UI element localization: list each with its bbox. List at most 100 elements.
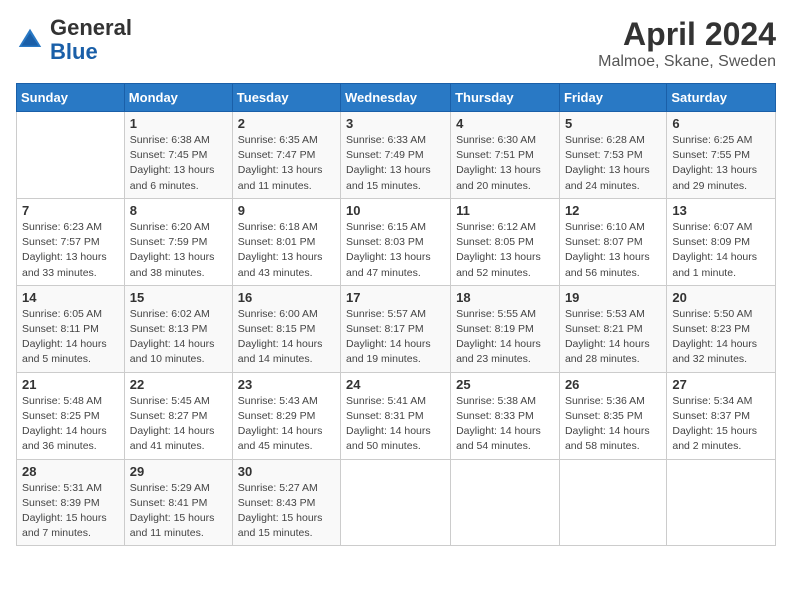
day-number: 16 (238, 290, 335, 305)
day-number: 21 (22, 377, 119, 392)
day-info: Sunrise: 5:41 AMSunset: 8:31 PMDaylight:… (346, 394, 445, 455)
day-info: Sunrise: 6:25 AMSunset: 7:55 PMDaylight:… (672, 133, 770, 194)
day-cell: 22 Sunrise: 5:45 AMSunset: 8:27 PMDayligh… (124, 372, 232, 459)
day-cell (17, 112, 125, 199)
day-cell: 1 Sunrise: 6:38 AMSunset: 7:45 PMDaylight… (124, 112, 232, 199)
day-cell: 25 Sunrise: 5:38 AMSunset: 8:33 PMDayligh… (451, 372, 560, 459)
day-cell (559, 459, 666, 546)
day-info: Sunrise: 6:23 AMSunset: 7:57 PMDaylight:… (22, 220, 119, 281)
day-number: 6 (672, 116, 770, 131)
header-cell-tuesday: Tuesday (232, 84, 340, 112)
location: Malmoe, Skane, Sweden (598, 53, 776, 71)
day-cell: 19 Sunrise: 5:53 AMSunset: 8:21 PMDayligh… (559, 285, 666, 372)
header-cell-friday: Friday (559, 84, 666, 112)
day-info: Sunrise: 6:20 AMSunset: 7:59 PMDaylight:… (130, 220, 227, 281)
day-number: 29 (130, 464, 227, 479)
day-info: Sunrise: 6:30 AMSunset: 7:51 PMDaylight:… (456, 133, 554, 194)
day-info: Sunrise: 6:02 AMSunset: 8:13 PMDaylight:… (130, 307, 227, 368)
day-cell: 23 Sunrise: 5:43 AMSunset: 8:29 PMDayligh… (232, 372, 340, 459)
day-number: 27 (672, 377, 770, 392)
day-number: 12 (565, 203, 661, 218)
day-number: 23 (238, 377, 335, 392)
day-cell: 30Sunrise: 5:27 AMSunset: 8:43 PMDayligh… (232, 459, 340, 546)
day-number: 10 (346, 203, 445, 218)
day-cell: 21 Sunrise: 5:48 AMSunset: 8:25 PMDayligh… (17, 372, 125, 459)
day-info: Sunrise: 5:34 AMSunset: 8:37 PMDaylight:… (672, 394, 770, 455)
day-number: 22 (130, 377, 227, 392)
day-info: Sunrise: 5:38 AMSunset: 8:33 PMDaylight:… (456, 394, 554, 455)
day-cell: 17Sunrise: 5:57 AMSunset: 8:17 PMDayligh… (341, 285, 451, 372)
day-info: Sunrise: 6:05 AMSunset: 8:11 PMDaylight:… (22, 307, 119, 368)
week-row-1: 1 Sunrise: 6:38 AMSunset: 7:45 PMDaylight… (17, 112, 776, 199)
day-info: Sunrise: 5:43 AMSunset: 8:29 PMDaylight:… (238, 394, 335, 455)
day-cell: 27 Sunrise: 5:34 AMSunset: 8:37 PMDayligh… (667, 372, 776, 459)
day-info: Sunrise: 6:18 AMSunset: 8:01 PMDaylight:… (238, 220, 335, 281)
day-number: 1 (130, 116, 227, 131)
calendar-body: 1 Sunrise: 6:38 AMSunset: 7:45 PMDaylight… (17, 112, 776, 546)
day-info: Sunrise: 5:57 AMSunset: 8:17 PMDaylight:… (346, 307, 445, 368)
day-info: Sunrise: 6:35 AMSunset: 7:47 PMDaylight:… (238, 133, 335, 194)
day-cell: 12 Sunrise: 6:10 AMSunset: 8:07 PMDayligh… (559, 198, 666, 285)
day-info: Sunrise: 5:27 AMSunset: 8:43 PMDaylight:… (238, 481, 335, 542)
day-info: Sunrise: 5:45 AMSunset: 8:27 PMDaylight:… (130, 394, 227, 455)
day-number: 28 (22, 464, 119, 479)
logo: General Blue (16, 16, 132, 64)
day-cell: 6 Sunrise: 6:25 AMSunset: 7:55 PMDaylight… (667, 112, 776, 199)
day-info: Sunrise: 5:31 AMSunset: 8:39 PMDaylight:… (22, 481, 119, 542)
day-cell: 13 Sunrise: 6:07 AMSunset: 8:09 PMDayligh… (667, 198, 776, 285)
day-number: 8 (130, 203, 227, 218)
day-cell: 2 Sunrise: 6:35 AMSunset: 7:47 PMDaylight… (232, 112, 340, 199)
day-cell: 11 Sunrise: 6:12 AMSunset: 8:05 PMDayligh… (451, 198, 560, 285)
day-number: 24 (346, 377, 445, 392)
day-info: Sunrise: 6:33 AMSunset: 7:49 PMDaylight:… (346, 133, 445, 194)
day-cell: 9Sunrise: 6:18 AMSunset: 8:01 PMDaylight… (232, 198, 340, 285)
week-row-4: 21 Sunrise: 5:48 AMSunset: 8:25 PMDayligh… (17, 372, 776, 459)
day-cell: 26 Sunrise: 5:36 AMSunset: 8:35 PMDayligh… (559, 372, 666, 459)
day-cell: 16 Sunrise: 6:00 AMSunset: 8:15 PMDayligh… (232, 285, 340, 372)
day-info: Sunrise: 6:00 AMSunset: 8:15 PMDaylight:… (238, 307, 335, 368)
day-info: Sunrise: 5:53 AMSunset: 8:21 PMDaylight:… (565, 307, 661, 368)
day-info: Sunrise: 5:48 AMSunset: 8:25 PMDaylight:… (22, 394, 119, 455)
day-info: Sunrise: 6:38 AMSunset: 7:45 PMDaylight:… (130, 133, 227, 194)
day-info: Sunrise: 5:50 AMSunset: 8:23 PMDaylight:… (672, 307, 770, 368)
day-info: Sunrise: 6:07 AMSunset: 8:09 PMDaylight:… (672, 220, 770, 281)
day-number: 7 (22, 203, 119, 218)
day-number: 18 (456, 290, 554, 305)
day-cell: 8 Sunrise: 6:20 AMSunset: 7:59 PMDaylight… (124, 198, 232, 285)
day-number: 13 (672, 203, 770, 218)
day-number: 19 (565, 290, 661, 305)
day-info: Sunrise: 6:12 AMSunset: 8:05 PMDaylight:… (456, 220, 554, 281)
day-info: Sunrise: 6:10 AMSunset: 8:07 PMDaylight:… (565, 220, 661, 281)
day-number: 5 (565, 116, 661, 131)
day-cell: 28 Sunrise: 5:31 AMSunset: 8:39 PMDayligh… (17, 459, 125, 546)
day-number: 4 (456, 116, 554, 131)
day-number: 26 (565, 377, 661, 392)
day-cell: 24 Sunrise: 5:41 AMSunset: 8:31 PMDayligh… (341, 372, 451, 459)
week-row-3: 14Sunrise: 6:05 AMSunset: 8:11 PMDayligh… (17, 285, 776, 372)
day-info: Sunrise: 6:28 AMSunset: 7:53 PMDaylight:… (565, 133, 661, 194)
day-cell: 4 Sunrise: 6:30 AMSunset: 7:51 PMDaylight… (451, 112, 560, 199)
day-number: 15 (130, 290, 227, 305)
title-block: April 2024 Malmoe, Skane, Sweden (598, 16, 776, 71)
day-cell: 10Sunrise: 6:15 AMSunset: 8:03 PMDayligh… (341, 198, 451, 285)
day-cell: 18Sunrise: 5:55 AMSunset: 8:19 PMDayligh… (451, 285, 560, 372)
day-number: 3 (346, 116, 445, 131)
day-number: 2 (238, 116, 335, 131)
day-number: 11 (456, 203, 554, 218)
month-title: April 2024 (598, 16, 776, 53)
week-row-5: 28 Sunrise: 5:31 AMSunset: 8:39 PMDayligh… (17, 459, 776, 546)
week-row-2: 7 Sunrise: 6:23 AMSunset: 7:57 PMDaylight… (17, 198, 776, 285)
calendar-header-row: SundayMondayTuesdayWednesdayThursdayFrid… (17, 84, 776, 112)
day-cell: 14Sunrise: 6:05 AMSunset: 8:11 PMDayligh… (17, 285, 125, 372)
day-cell: 29Sunrise: 5:29 AMSunset: 8:41 PMDayligh… (124, 459, 232, 546)
header-cell-saturday: Saturday (667, 84, 776, 112)
day-cell (667, 459, 776, 546)
header-cell-sunday: Sunday (17, 84, 125, 112)
day-info: Sunrise: 5:36 AMSunset: 8:35 PMDaylight:… (565, 394, 661, 455)
day-cell: 7 Sunrise: 6:23 AMSunset: 7:57 PMDaylight… (17, 198, 125, 285)
day-number: 25 (456, 377, 554, 392)
day-number: 20 (672, 290, 770, 305)
day-cell (451, 459, 560, 546)
header-cell-thursday: Thursday (451, 84, 560, 112)
day-cell: 15 Sunrise: 6:02 AMSunset: 8:13 PMDayligh… (124, 285, 232, 372)
